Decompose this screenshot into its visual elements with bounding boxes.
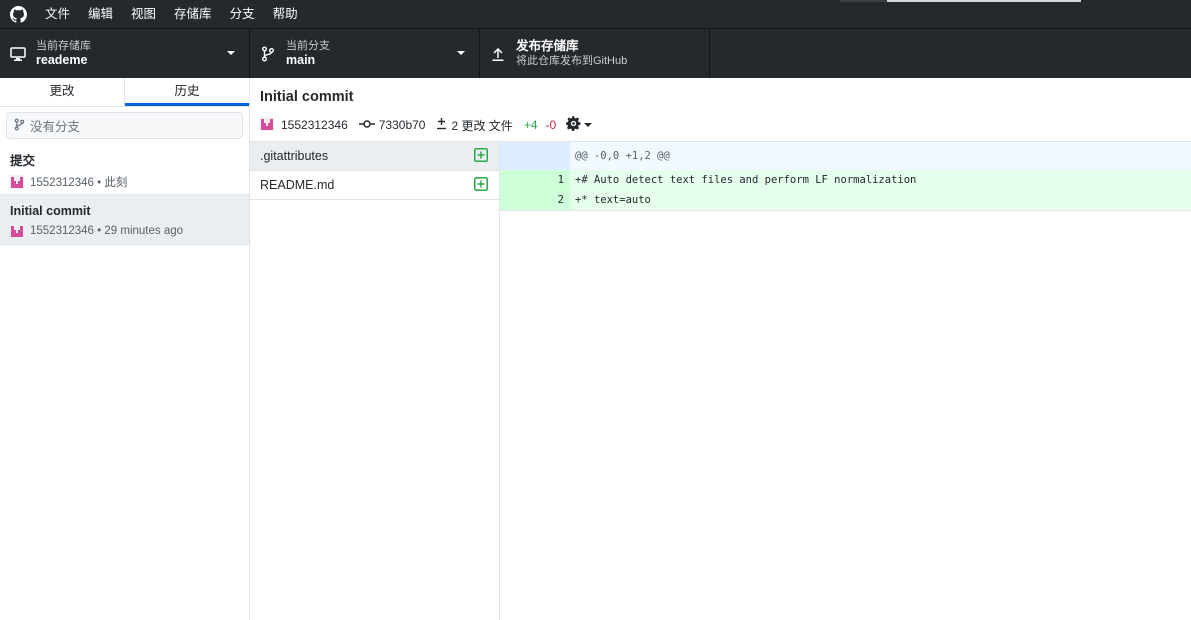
git-branch-icon xyxy=(250,46,286,62)
branch-filter-placeholder: 没有分支 xyxy=(30,120,81,134)
diff-divider xyxy=(500,210,1191,211)
publish-subtitle: 将此仓库发布到GitHub xyxy=(516,55,628,67)
new-line-gutter xyxy=(535,142,570,170)
menu-file[interactable]: 文件 xyxy=(36,0,79,28)
commit-summary-header: Initial commit 1552312346 7330b70 2 更改 文… xyxy=(250,78,1191,142)
menu-view[interactable]: 视图 xyxy=(122,0,165,28)
menu-repository[interactable]: 存储库 xyxy=(165,0,221,28)
file-name: .gitattributes xyxy=(260,149,329,163)
diff-line[interactable]: 1 +# Auto detect text files and perform … xyxy=(500,170,1191,190)
history-sidebar: 更改 历史 没有分支 提交 1552312346 • 此刻 Initial co… xyxy=(0,78,250,620)
additions-count: +4 xyxy=(523,118,538,132)
menu-edit[interactable]: 编辑 xyxy=(79,0,122,28)
publish-repository-button[interactable]: 发布存储库 将此仓库发布到GitHub xyxy=(480,29,710,78)
titlebar-overlay-strip xyxy=(887,0,1081,2)
avatar xyxy=(10,175,24,189)
commit-summary-title: Initial commit xyxy=(260,89,354,105)
menu-bar: 文件 编辑 视图 存储库 分支 帮助 xyxy=(0,0,1191,28)
chevron-down-icon xyxy=(457,51,465,55)
old-line-gutter xyxy=(500,142,535,170)
tab-bar: 更改 历史 xyxy=(0,78,249,107)
repository-caption: 当前存储库 xyxy=(36,40,91,52)
plus-square-icon xyxy=(474,176,488,194)
commit-sha[interactable]: 7330b70 xyxy=(379,118,426,132)
chevron-down-icon xyxy=(584,123,593,127)
branch-name: main xyxy=(286,53,316,67)
old-line-gutter xyxy=(500,170,535,190)
hunk-header-text: @@ -0,0 +1,2 @@ xyxy=(570,142,1191,170)
file-list-item[interactable]: .gitattributes xyxy=(250,142,499,171)
commit-list-item[interactable]: Initial commit 1552312346 • 29 minutes a… xyxy=(0,195,249,245)
commit-author: 1552312346 xyxy=(281,118,348,132)
menu-help[interactable]: 帮助 xyxy=(264,0,307,28)
current-branch-button[interactable]: 当前分支 main xyxy=(250,29,480,78)
current-repository-button[interactable]: 当前存储库 reademe xyxy=(0,29,250,78)
commit-title: 提交 xyxy=(10,154,36,168)
commit-summary-meta: 1552312346 7330b70 2 更改 文件 +4 -0 xyxy=(260,115,1181,134)
diff-line-text: +* text=auto xyxy=(570,190,1191,210)
avatar xyxy=(10,224,24,238)
commit-meta-text: 1552312346 • 29 minutes ago xyxy=(30,225,184,237)
diff-settings-button[interactable] xyxy=(566,115,593,134)
tab-history[interactable]: 历史 xyxy=(125,78,249,106)
diff-view: @@ -0,0 +1,2 @@ 1 +# Auto detect text fi… xyxy=(500,142,1191,211)
diff-line[interactable]: 2 +* text=auto xyxy=(500,190,1191,210)
titlebar-drag-region xyxy=(840,0,887,2)
avatar xyxy=(260,116,278,134)
file-name: README.md xyxy=(260,178,335,192)
branch-caption: 当前分支 xyxy=(286,40,330,52)
commit-list: 提交 1552312346 • 此刻 Initial commit 155231… xyxy=(0,145,249,245)
tab-changes[interactable]: 更改 xyxy=(0,78,125,106)
new-line-number: 1 xyxy=(535,170,570,190)
repository-name: reademe xyxy=(36,53,88,67)
changed-files-list: .gitattributes README.md xyxy=(250,142,500,620)
old-line-gutter xyxy=(500,190,535,210)
publish-title: 发布存储库 xyxy=(516,39,579,53)
github-mark-icon xyxy=(0,0,36,28)
plus-square-icon xyxy=(474,147,488,165)
gear-icon xyxy=(566,115,581,134)
changed-files-count: 2 更改 文件 xyxy=(451,118,513,133)
git-branch-icon xyxy=(14,118,25,134)
upload-arrow-icon xyxy=(480,46,516,62)
diff-hunk-header: @@ -0,0 +1,2 @@ xyxy=(500,142,1191,170)
git-commit-icon xyxy=(358,118,379,132)
diff-line-text: +# Auto detect text files and perform LF… xyxy=(570,170,1191,190)
deletions-count: -0 xyxy=(545,118,557,132)
diff-plus-minus-icon xyxy=(436,117,451,133)
commit-list-item[interactable]: 提交 1552312346 • 此刻 xyxy=(0,145,249,195)
commit-meta-text: 1552312346 • 此刻 xyxy=(30,177,128,189)
commit-title: Initial commit xyxy=(10,204,91,218)
menu-branch[interactable]: 分支 xyxy=(221,0,264,28)
toolbar: 当前存储库 reademe 当前分支 main 发布存储库 将此仓库发布到Git… xyxy=(0,28,1191,78)
new-line-number: 2 xyxy=(535,190,570,210)
branch-filter-input[interactable]: 没有分支 xyxy=(6,112,243,139)
chevron-down-icon xyxy=(227,51,235,55)
file-list-item[interactable]: README.md xyxy=(250,171,499,200)
desktop-computer-icon xyxy=(0,46,36,62)
